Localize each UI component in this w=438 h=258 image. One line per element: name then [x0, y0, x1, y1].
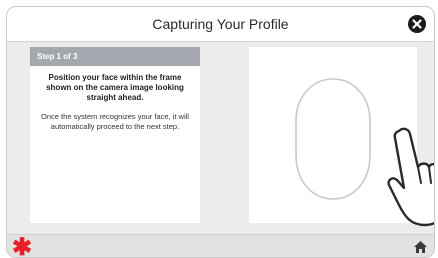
instruction-secondary: Once the system recognizes your face, it… [41, 112, 189, 131]
pointing-hand-icon [387, 127, 434, 227]
step-indicator: Step 1 of 3 [30, 47, 200, 66]
page-title: Capturing Your Profile [152, 16, 289, 32]
instruction-primary: Position your face within the frame show… [46, 73, 184, 102]
close-button[interactable] [408, 15, 426, 33]
header-bar: Capturing Your Profile [7, 7, 434, 42]
close-icon [412, 19, 422, 29]
home-icon[interactable] [413, 240, 428, 254]
footer-bar: ✱ [7, 234, 434, 257]
asterisk-logo-icon: ✱ [12, 234, 33, 258]
instructions-panel: Step 1 of 3 Position your face within th… [30, 47, 200, 223]
kiosk-screen: Capturing Your Profile Step 1 of 3 Posit… [6, 6, 435, 258]
